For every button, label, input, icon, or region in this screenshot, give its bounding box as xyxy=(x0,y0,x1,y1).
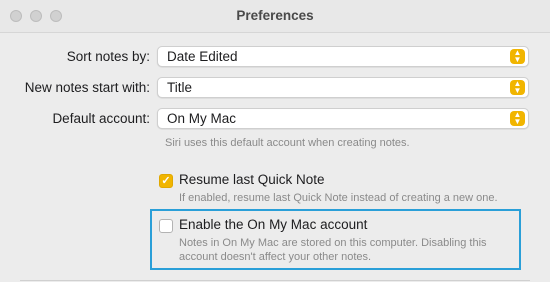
enable-on-my-mac-description-line2: account doesn't affect your other notes. xyxy=(179,251,372,263)
sort-notes-select[interactable]: Date Edited ▲ ▼ xyxy=(157,46,529,67)
enable-on-my-mac-checkbox[interactable] xyxy=(159,219,173,233)
new-notes-label: New notes start with: xyxy=(24,80,150,95)
sort-notes-label: Sort notes by: xyxy=(66,49,150,64)
default-account-select[interactable]: On My Mac ▲ ▼ xyxy=(157,108,529,129)
enable-on-my-mac-label[interactable]: Enable the On My Mac account xyxy=(179,217,367,232)
preferences-window: Preferences Sort notes by: Date Edited ▲… xyxy=(0,0,550,282)
checkmark-icon: ✓ xyxy=(161,175,171,187)
chevron-up-down-icon: ▲ ▼ xyxy=(510,49,525,64)
chevron-up-down-icon: ▲ ▼ xyxy=(510,111,525,126)
default-account-label: Default account: xyxy=(52,111,150,126)
chevron-up-down-icon: ▲ ▼ xyxy=(510,80,525,95)
enable-on-my-mac-description-line1: Notes in On My Mac are stored on this co… xyxy=(179,237,487,249)
new-notes-value: Title xyxy=(167,80,193,95)
default-account-value: On My Mac xyxy=(167,111,237,126)
title-bar: Preferences xyxy=(0,0,550,33)
divider xyxy=(20,280,530,281)
resume-quick-note-description: If enabled, resume last Quick Note inste… xyxy=(179,192,498,204)
window-title: Preferences xyxy=(236,8,314,23)
resume-quick-note-label[interactable]: Resume last Quick Note xyxy=(179,172,325,187)
sort-notes-value: Date Edited xyxy=(167,49,238,64)
new-notes-select[interactable]: Title ▲ ▼ xyxy=(157,77,529,98)
resume-quick-note-checkbox[interactable]: ✓ xyxy=(159,174,173,188)
default-account-hint: Siri uses this default account when crea… xyxy=(165,137,410,149)
